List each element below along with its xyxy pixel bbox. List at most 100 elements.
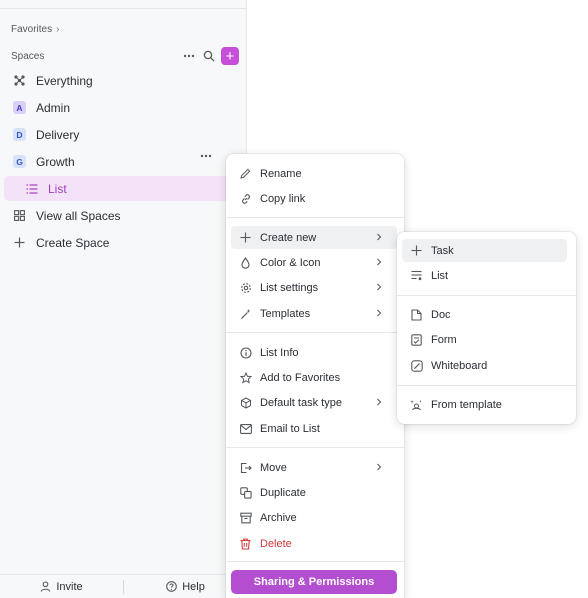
avatar: G: [13, 155, 26, 168]
menu-item-add-to-favorites[interactable]: Add to Favorites: [231, 366, 397, 389]
sidebar-item-label: Growth: [36, 154, 75, 169]
mail-icon: [239, 422, 252, 435]
menu-item-rename[interactable]: Rename: [231, 162, 397, 185]
invite-button[interactable]: Invite: [0, 581, 123, 593]
avatar: D: [13, 128, 26, 141]
submenu-item-label: Form: [431, 333, 457, 346]
sidebar-item-label: List: [48, 181, 67, 196]
menu-item-label: Create new: [260, 231, 317, 244]
menu-item-templates[interactable]: Templates: [231, 302, 397, 325]
submenu-item-form[interactable]: Form: [402, 328, 567, 351]
doc-icon: [410, 308, 423, 321]
menu-item-archive[interactable]: Archive: [231, 506, 397, 529]
growth-avatar-wrap: G: [12, 154, 27, 169]
add-space-button[interactable]: +: [221, 47, 239, 65]
spaces-label: Spaces: [11, 50, 45, 62]
menu-item-label: Archive: [260, 511, 297, 524]
template-sparkle-icon: [410, 398, 423, 411]
star-icon: [239, 371, 252, 384]
create-new-submenu: Task List Doc Form Whiteboard From templ…: [397, 232, 576, 424]
more-options-icon[interactable]: [180, 47, 198, 65]
magic-wand-icon: [239, 307, 252, 320]
menu-item-email-to-list[interactable]: Email to List: [231, 417, 397, 440]
menu-item-label: List settings: [260, 281, 319, 294]
delivery-avatar-wrap: D: [12, 127, 27, 142]
chevron-right-icon: [373, 231, 385, 243]
menu-item-label: Email to List: [260, 422, 320, 435]
menu-item-label: Color & Icon: [260, 256, 321, 269]
menu-item-delete[interactable]: Delete: [231, 532, 397, 555]
sidebar-item-admin[interactable]: A Admin: [4, 95, 242, 120]
menu-divider: [226, 217, 404, 218]
menu-divider: [226, 332, 404, 333]
sidebar-item-view-all-spaces[interactable]: View all Spaces: [4, 203, 242, 228]
growth-more-icon[interactable]: [200, 154, 212, 158]
menu-item-move[interactable]: Move: [231, 456, 397, 479]
menu-item-default-task-type[interactable]: Default task type: [231, 391, 397, 414]
sharing-permissions-button[interactable]: Sharing & Permissions: [231, 570, 397, 594]
avatar: A: [13, 101, 26, 114]
submenu-item-label: Whiteboard: [431, 359, 488, 372]
menu-item-label: Copy link: [260, 192, 306, 205]
menu-item-list-settings[interactable]: List settings: [231, 276, 397, 299]
menu-item-duplicate[interactable]: Duplicate: [231, 481, 397, 504]
sidebar-item-everything[interactable]: Everything: [4, 68, 242, 93]
invite-label: Invite: [56, 580, 83, 593]
submenu-item-label: Task: [431, 244, 454, 257]
sidebar-item-label: Admin: [36, 100, 71, 115]
submenu-item-label: List: [431, 269, 449, 282]
grid-icon: [12, 208, 27, 223]
menu-item-label: Default task type: [260, 396, 342, 409]
chevron-right-icon: [373, 307, 385, 319]
chevron-right-icon: [373, 396, 385, 408]
submenu-item-label: Doc: [431, 308, 451, 321]
gear-icon: [239, 281, 252, 294]
list-context-menu: Rename Copy link Create new Color & Icon…: [226, 154, 404, 598]
sidebar-item-delivery[interactable]: D Delivery: [4, 122, 242, 147]
cube-icon: [239, 396, 252, 409]
submenu-item-doc[interactable]: Doc: [402, 303, 567, 326]
sidebar-item-label: View all Spaces: [36, 208, 121, 223]
help-icon: [166, 581, 178, 592]
menu-item-copy-link[interactable]: Copy link: [231, 187, 397, 210]
sidebar-item-growth[interactable]: G Growth: [4, 149, 242, 174]
submenu-item-from-template[interactable]: From template: [402, 393, 567, 416]
form-icon: [410, 333, 423, 346]
favorites-label: Favorites: [11, 23, 53, 35]
help-label: Help: [182, 580, 205, 593]
plus-icon: [410, 244, 423, 257]
menu-item-label: List Info: [260, 346, 299, 359]
person-icon: [40, 581, 51, 592]
menu-item-list-info[interactable]: List Info: [231, 341, 397, 364]
info-icon: [239, 346, 252, 359]
menu-item-color-icon[interactable]: Color & Icon: [231, 251, 397, 274]
archive-icon: [239, 511, 252, 524]
submenu-item-task[interactable]: Task: [402, 239, 567, 262]
sidebar-item-label: Everything: [36, 73, 93, 88]
menu-item-label: Delete: [260, 537, 292, 550]
sidebar-item-create-space[interactable]: Create Space: [4, 230, 242, 255]
sidebar-item-list[interactable]: List: [4, 176, 242, 201]
menu-item-create-new[interactable]: Create new: [231, 226, 397, 249]
submenu-item-list[interactable]: List: [402, 264, 567, 287]
list-icon: [24, 181, 39, 196]
plus-icon: [239, 231, 252, 244]
chevron-right-icon: [373, 461, 385, 473]
chevron-right-icon: [373, 281, 385, 293]
list-add-icon: [410, 269, 423, 282]
droplet-icon: [239, 256, 252, 269]
sidebar-top-divider: [0, 8, 246, 9]
menu-item-label: Add to Favorites: [260, 371, 341, 384]
search-icon[interactable]: [200, 47, 218, 65]
move-icon: [239, 461, 252, 474]
submenu-item-whiteboard[interactable]: Whiteboard: [402, 354, 567, 377]
favorites-header[interactable]: Favorites ›: [11, 23, 59, 35]
sidebar: Favorites › Spaces + Everything A Admin …: [0, 0, 247, 598]
admin-avatar-wrap: A: [12, 100, 27, 115]
link-icon: [239, 192, 252, 205]
menu-item-label: Templates: [260, 307, 311, 320]
chevron-right-icon: ›: [56, 23, 60, 35]
menu-divider: [226, 561, 404, 562]
plus-icon: [12, 235, 27, 250]
everything-icon: [12, 73, 27, 88]
